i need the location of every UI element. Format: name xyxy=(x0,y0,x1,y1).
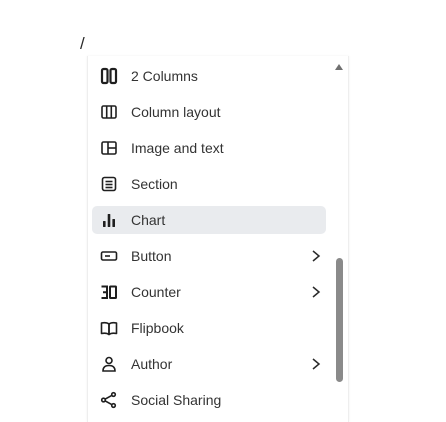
counter-icon xyxy=(100,283,118,301)
menu-item-social-sharing[interactable]: Social Sharing xyxy=(92,386,326,414)
menu-item-label: Counter xyxy=(131,284,181,300)
block-insert-menu: 2 Columns Column layout Image and text S… xyxy=(87,56,349,422)
image-text-icon xyxy=(100,139,118,157)
scroll-up-arrow-icon[interactable] xyxy=(334,59,344,70)
menu-item-label: Chart xyxy=(131,212,166,228)
menu-item-author[interactable]: Author xyxy=(92,350,326,378)
menu-item-image-and-text[interactable]: Image and text xyxy=(92,134,326,162)
menu-item-2-columns[interactable]: 2 Columns xyxy=(92,62,326,90)
share-icon xyxy=(100,391,118,409)
menu-item-label: Section xyxy=(131,176,178,192)
two-columns-icon xyxy=(100,67,118,85)
scrollbar-thumb[interactable] xyxy=(336,258,343,382)
chevron-right-icon xyxy=(309,355,323,373)
menu-item-column-layout[interactable]: Column layout xyxy=(92,98,326,126)
menu-item-chart[interactable]: Chart xyxy=(92,206,326,234)
menu-item-label: Social Sharing xyxy=(131,392,222,408)
menu-item-section[interactable]: Section xyxy=(92,170,326,198)
menu-item-label: Image and text xyxy=(131,140,224,156)
breadcrumb-slash: / xyxy=(80,34,85,53)
button-icon xyxy=(100,247,118,265)
menu-item-label: Column layout xyxy=(131,104,221,120)
menu-item-counter[interactable]: Counter xyxy=(92,278,326,306)
menu-item-flipbook[interactable]: Flipbook xyxy=(92,314,326,342)
menu-item-button[interactable]: Button xyxy=(92,242,326,270)
chart-icon xyxy=(100,211,118,229)
menu-item-label: Flipbook xyxy=(131,320,184,336)
user-icon xyxy=(100,355,118,373)
menu-item-label: 2 Columns xyxy=(131,68,198,84)
chevron-right-icon xyxy=(309,283,323,301)
section-icon xyxy=(100,175,118,193)
column-layout-icon xyxy=(100,103,118,121)
book-open-icon xyxy=(100,319,118,337)
menu-item-label: Author xyxy=(131,356,173,372)
menu-item-label: Button xyxy=(131,248,172,264)
chevron-right-icon xyxy=(309,247,323,265)
